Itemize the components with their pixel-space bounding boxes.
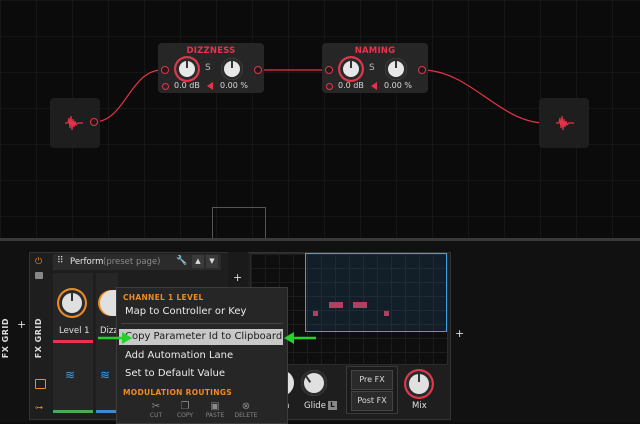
post-fx-button[interactable]: Post FX (351, 391, 393, 411)
mix-knob[interactable] (221, 58, 243, 80)
routing-icon[interactable]: ⊶ (35, 403, 43, 412)
folder-icon[interactable] (35, 272, 43, 279)
paste-icon: ▣ (210, 401, 220, 412)
s-badge: S (369, 63, 375, 73)
device-node-naming[interactable]: NAMING S 0.0 dB 0.00 % (322, 43, 428, 93)
right-add-plus[interactable]: + (455, 327, 464, 340)
s-badge: S (205, 63, 211, 73)
level-knob[interactable] (340, 58, 362, 80)
level-indicator (53, 340, 93, 343)
cut-label: CUT (149, 412, 163, 419)
copy-label: COPY (176, 412, 194, 419)
output-port[interactable] (254, 66, 262, 74)
scissors-icon: ✂ (151, 401, 161, 412)
menu-item-map-controller[interactable]: Map to Controller or Key (117, 304, 287, 320)
waveform-icon (65, 115, 83, 131)
step-cell[interactable] (313, 311, 318, 316)
pre-fx-button[interactable]: Pre FX (351, 370, 393, 390)
wifi-icon[interactable]: ≋ (100, 368, 110, 382)
glide-badge[interactable]: L (328, 401, 337, 410)
output-port[interactable] (90, 118, 98, 126)
step-cell[interactable] (329, 302, 343, 308)
level-1-label: Level 1 (59, 326, 90, 336)
mix-value: 0.00 % (384, 81, 412, 90)
menu-separator (121, 323, 283, 324)
wifi-icon[interactable]: ≋ (65, 368, 75, 382)
mix-value: 0.00 % (220, 81, 248, 90)
level-value: 0.0 dB (338, 81, 364, 90)
track-color-bar (53, 410, 93, 413)
cut-tool[interactable]: ✂ CUT (144, 401, 168, 419)
delete-icon: ⊗ (241, 401, 251, 412)
input-port[interactable] (325, 66, 333, 74)
paste-tool[interactable]: ▣ PASTE (203, 401, 227, 419)
menu-header-modulation: MODULATION ROUTINGS (123, 388, 233, 397)
delete-tool[interactable]: ⊗ DELETE (234, 401, 258, 419)
preset-title: Perform (70, 257, 104, 267)
cable-in (93, 69, 163, 123)
node-title: DIZZNESS (186, 46, 236, 56)
speaker-icon (371, 82, 377, 90)
copy-tool[interactable]: ❐ COPY (173, 401, 197, 419)
add-device-plus[interactable]: + (17, 318, 26, 331)
track-color-bar (96, 410, 118, 413)
fx-grid-inner-label: FX GRID (34, 318, 43, 359)
context-menu: CHANNEL 1 LEVEL Map to Controller or Key… (116, 287, 288, 424)
window-icon[interactable] (35, 379, 46, 389)
page-up-button[interactable]: ▲ (192, 255, 204, 268)
delete-label: DELETE (234, 412, 258, 419)
input-port[interactable] (161, 66, 169, 74)
cable-out (421, 69, 546, 124)
level-knob[interactable] (176, 58, 198, 80)
level-1-knob[interactable] (59, 290, 85, 316)
level-value: 0.0 dB (174, 81, 200, 90)
waveform-icon (556, 115, 574, 131)
glide-label: Glide (304, 401, 326, 411)
glide-knob[interactable] (301, 370, 327, 396)
menu-item-set-default[interactable]: Set to Default Value (117, 366, 287, 382)
output-port[interactable] (418, 66, 426, 74)
node-title: NAMING (354, 46, 396, 56)
canvas-view-frame (212, 207, 266, 239)
add-cell-plus[interactable]: + (233, 271, 242, 284)
power-icon[interactable] (162, 83, 169, 90)
speaker-icon (207, 82, 213, 90)
step-cell[interactable] (384, 311, 389, 316)
step-cell[interactable] (353, 302, 367, 308)
mix-knob[interactable] (385, 58, 407, 80)
fx-grid-label: FX GRID (1, 318, 10, 359)
highlight-arrows (98, 332, 316, 344)
grid-icon: ⠿ (57, 256, 64, 266)
preset-subtitle: (preset page) (103, 257, 161, 267)
page-down-button[interactable]: ▼ (206, 255, 218, 268)
paste-label: PASTE (205, 412, 225, 419)
menu-header-channel: CHANNEL 1 LEVEL (123, 293, 204, 302)
audio-input-node[interactable] (50, 98, 100, 148)
mix-label: Mix (412, 401, 427, 411)
loop-region[interactable] (305, 253, 447, 332)
arrow-right-icon (122, 332, 132, 344)
mix-knob[interactable] (406, 371, 432, 397)
copy-icon: ❐ (180, 401, 190, 412)
wrench-icon[interactable]: 🔧 (176, 256, 187, 266)
device-node-dizzness[interactable]: DIZZNESS S 0.0 dB 0.00 % (158, 43, 264, 93)
preset-page-header[interactable]: ⠿ Perform (preset page) 🔧 ▲ ▼ (53, 254, 221, 270)
power-icon[interactable]: ⏻ (35, 257, 42, 267)
arrow-left-icon (284, 332, 294, 344)
power-icon[interactable] (326, 83, 333, 90)
audio-output-node[interactable] (539, 98, 589, 148)
menu-item-add-automation[interactable]: Add Automation Lane (117, 348, 287, 364)
